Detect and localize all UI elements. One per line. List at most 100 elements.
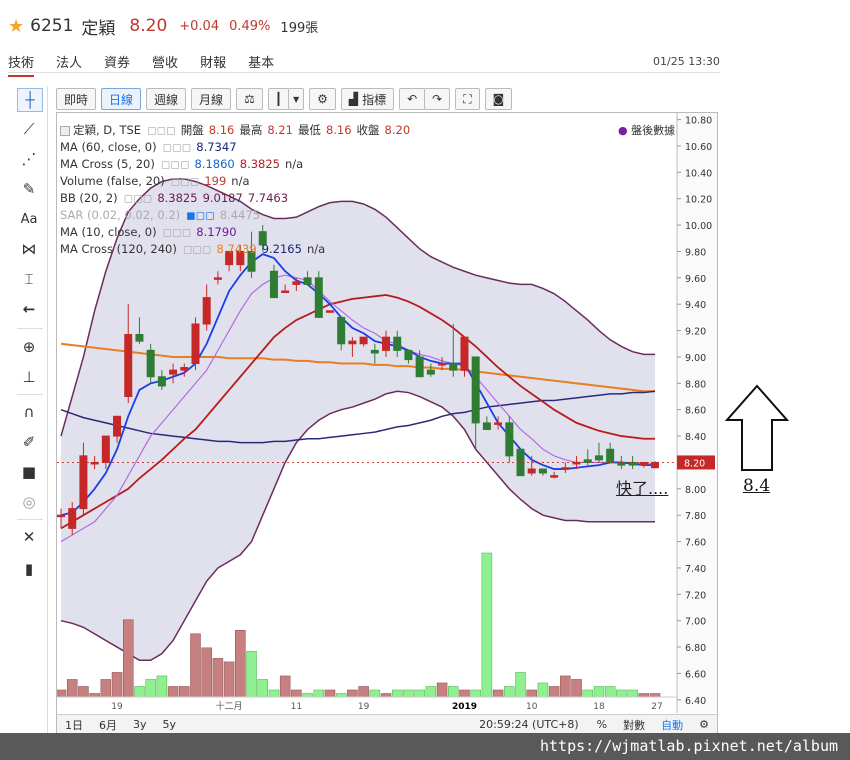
range-3y[interactable]: 3y xyxy=(125,718,155,731)
period-monthly-button[interactable]: 月線 xyxy=(191,88,232,110)
settings-button[interactable]: ⚙ xyxy=(309,88,336,110)
candle-body xyxy=(404,349,413,361)
log-toggle[interactable]: 對數 xyxy=(615,717,653,733)
range-1d[interactable]: 1日 xyxy=(57,717,91,733)
candle-body xyxy=(68,508,77,529)
crosshair-icon[interactable]: ┼ xyxy=(17,88,43,112)
hide-icon[interactable]: ◎ xyxy=(17,491,41,513)
tools-icon[interactable]: ✕ xyxy=(17,526,41,548)
legend-controls-icon[interactable]: ◻◻◻ xyxy=(183,241,212,258)
close-value: 8.20 xyxy=(384,123,411,137)
trendline-icon[interactable]: ⟋ xyxy=(17,118,41,140)
candle-body xyxy=(370,349,379,354)
candle-body xyxy=(382,336,391,351)
fib-icon[interactable]: ⋰ xyxy=(17,148,41,170)
legend-main: 定穎, D, TSE ◻◻◻ 開盤 8.16 最高 8.21 最低 8.16 收… xyxy=(60,122,410,139)
fullscreen-button[interactable]: ⛶ xyxy=(455,88,480,110)
legend-controls-icon[interactable]: ◻◻◻ xyxy=(163,224,192,241)
arrow-left-icon[interactable]: ← xyxy=(17,298,41,320)
range-5y[interactable]: 5y xyxy=(155,718,185,731)
period-daily-button[interactable]: 日線 xyxy=(101,88,142,110)
bb-v1: 8.3825 xyxy=(157,191,198,205)
volume-bar xyxy=(391,689,403,698)
macross-120-240-label: MA Cross (120, 240) xyxy=(60,242,177,256)
volume-bar xyxy=(100,679,112,698)
compare-scale-button[interactable]: ⚖ xyxy=(236,88,263,110)
tab-divider xyxy=(8,72,720,73)
range-6m[interactable]: 6月 xyxy=(91,717,125,733)
scale-icon: ⚖ xyxy=(244,92,255,106)
trade-volume: 199張 xyxy=(280,20,319,36)
volume-bar xyxy=(156,675,168,698)
legend-controls-icon[interactable]: ◻◻◻ xyxy=(163,139,192,156)
legend-macross-5-20: MA Cross (5, 20) ◻◻◻ 8.1860 8.3825 n/a xyxy=(60,156,410,173)
auto-scale-toggle[interactable]: 自動 xyxy=(653,717,691,733)
volume-bar xyxy=(504,686,515,698)
legend-controls-icon[interactable]: ◻◻◻ xyxy=(124,190,153,207)
trash-icon[interactable]: ▮ xyxy=(17,558,41,580)
quote-header: ★ 6251 定穎 8.20 +0.04 0.49% 199張 xyxy=(8,14,319,39)
time-tick-label: 27 xyxy=(651,702,662,712)
macross-120-240-v1: 8.7439 xyxy=(216,242,257,256)
lock-icon[interactable]: ■ xyxy=(17,461,41,483)
undo-button[interactable]: ↶ xyxy=(399,88,426,110)
brush-icon[interactable]: ✎ xyxy=(17,178,41,200)
volume-bar xyxy=(560,675,571,698)
legend-controls-icon[interactable]: ◻◻◻ xyxy=(147,122,176,139)
indicators-button[interactable]: ▟ 指標 xyxy=(340,88,395,110)
handwritten-annotation: 快了.... xyxy=(616,479,669,498)
volume-bar xyxy=(145,679,156,698)
after-hours-data[interactable]: ● 盤後數據 xyxy=(618,122,675,138)
price-tick-label: 7.80 xyxy=(685,511,706,522)
snapshot-button[interactable]: ◙ xyxy=(484,88,513,110)
legend-controls-icon[interactable]: ◼◻◻ xyxy=(186,207,215,224)
watermark-url: https://wjmatlab.pixnet.net/album xyxy=(539,737,838,755)
price-tick-label: 9.00 xyxy=(685,353,706,364)
redo-button[interactable]: ↷ xyxy=(424,88,451,110)
legend-controls-icon[interactable]: ◻◻◻ xyxy=(171,173,200,190)
volume-bar xyxy=(425,686,437,698)
price-tick-label: 10.60 xyxy=(685,142,712,153)
favorite-star-icon[interactable]: ★ xyxy=(8,16,24,37)
volume-bar xyxy=(436,682,448,698)
percent-toggle[interactable]: % xyxy=(589,718,615,731)
time-tick-label: 十二月 xyxy=(216,700,243,712)
volume-bar xyxy=(324,689,336,698)
volume-bar xyxy=(57,689,67,698)
current-price-tag: 8.20 xyxy=(684,458,705,469)
legend-controls-icon[interactable]: ◻◻◻ xyxy=(161,156,190,173)
volume-v1: 199 xyxy=(204,174,227,188)
bb-v2: 9.0187 xyxy=(202,191,243,205)
period-realtime-button[interactable]: 即時 xyxy=(56,88,97,110)
price-tick-label: 8.80 xyxy=(685,379,706,390)
chart-style-button[interactable]: ┃ xyxy=(267,88,290,110)
sar-label: SAR (0.02, 0.02, 0.2) xyxy=(60,208,181,222)
pattern-icon[interactable]: ⋈ xyxy=(17,238,41,260)
candle-body xyxy=(651,461,659,469)
gear-icon[interactable]: ⚙ xyxy=(691,718,717,731)
zoom-in-icon[interactable]: ⊕ xyxy=(17,336,41,358)
candle-body xyxy=(202,297,211,325)
volume-bar xyxy=(235,630,246,698)
lock-drawings-icon[interactable]: ✐ xyxy=(17,431,41,453)
legend-sar: SAR (0.02, 0.02, 0.2) ◼◻◻ 8.4475 xyxy=(60,207,410,224)
candle-body xyxy=(124,334,133,398)
stock-price: 8.20 xyxy=(129,16,168,36)
measure-icon[interactable]: ⌶ xyxy=(17,268,41,290)
price-change-pct: 0.49% xyxy=(229,18,271,34)
ruler-icon[interactable]: ⊥ xyxy=(17,366,41,388)
macross-5-20-v2: 8.3825 xyxy=(239,157,280,171)
text-icon[interactable]: Aa xyxy=(17,208,41,230)
collapse-icon[interactable] xyxy=(60,125,70,136)
chart-style-dropdown[interactable]: ▾ xyxy=(288,88,305,110)
volume-bar xyxy=(78,686,89,698)
candle-body xyxy=(460,336,469,371)
low-value: 8.16 xyxy=(325,123,352,137)
macross-120-240-v3: n/a xyxy=(306,242,326,256)
volume-bar xyxy=(291,689,302,698)
period-weekly-button[interactable]: 週線 xyxy=(146,88,187,110)
magnet-icon[interactable]: ∩ xyxy=(17,401,41,423)
volume-bar xyxy=(212,658,224,698)
candle-body xyxy=(471,356,480,424)
volume-bar xyxy=(649,693,661,698)
